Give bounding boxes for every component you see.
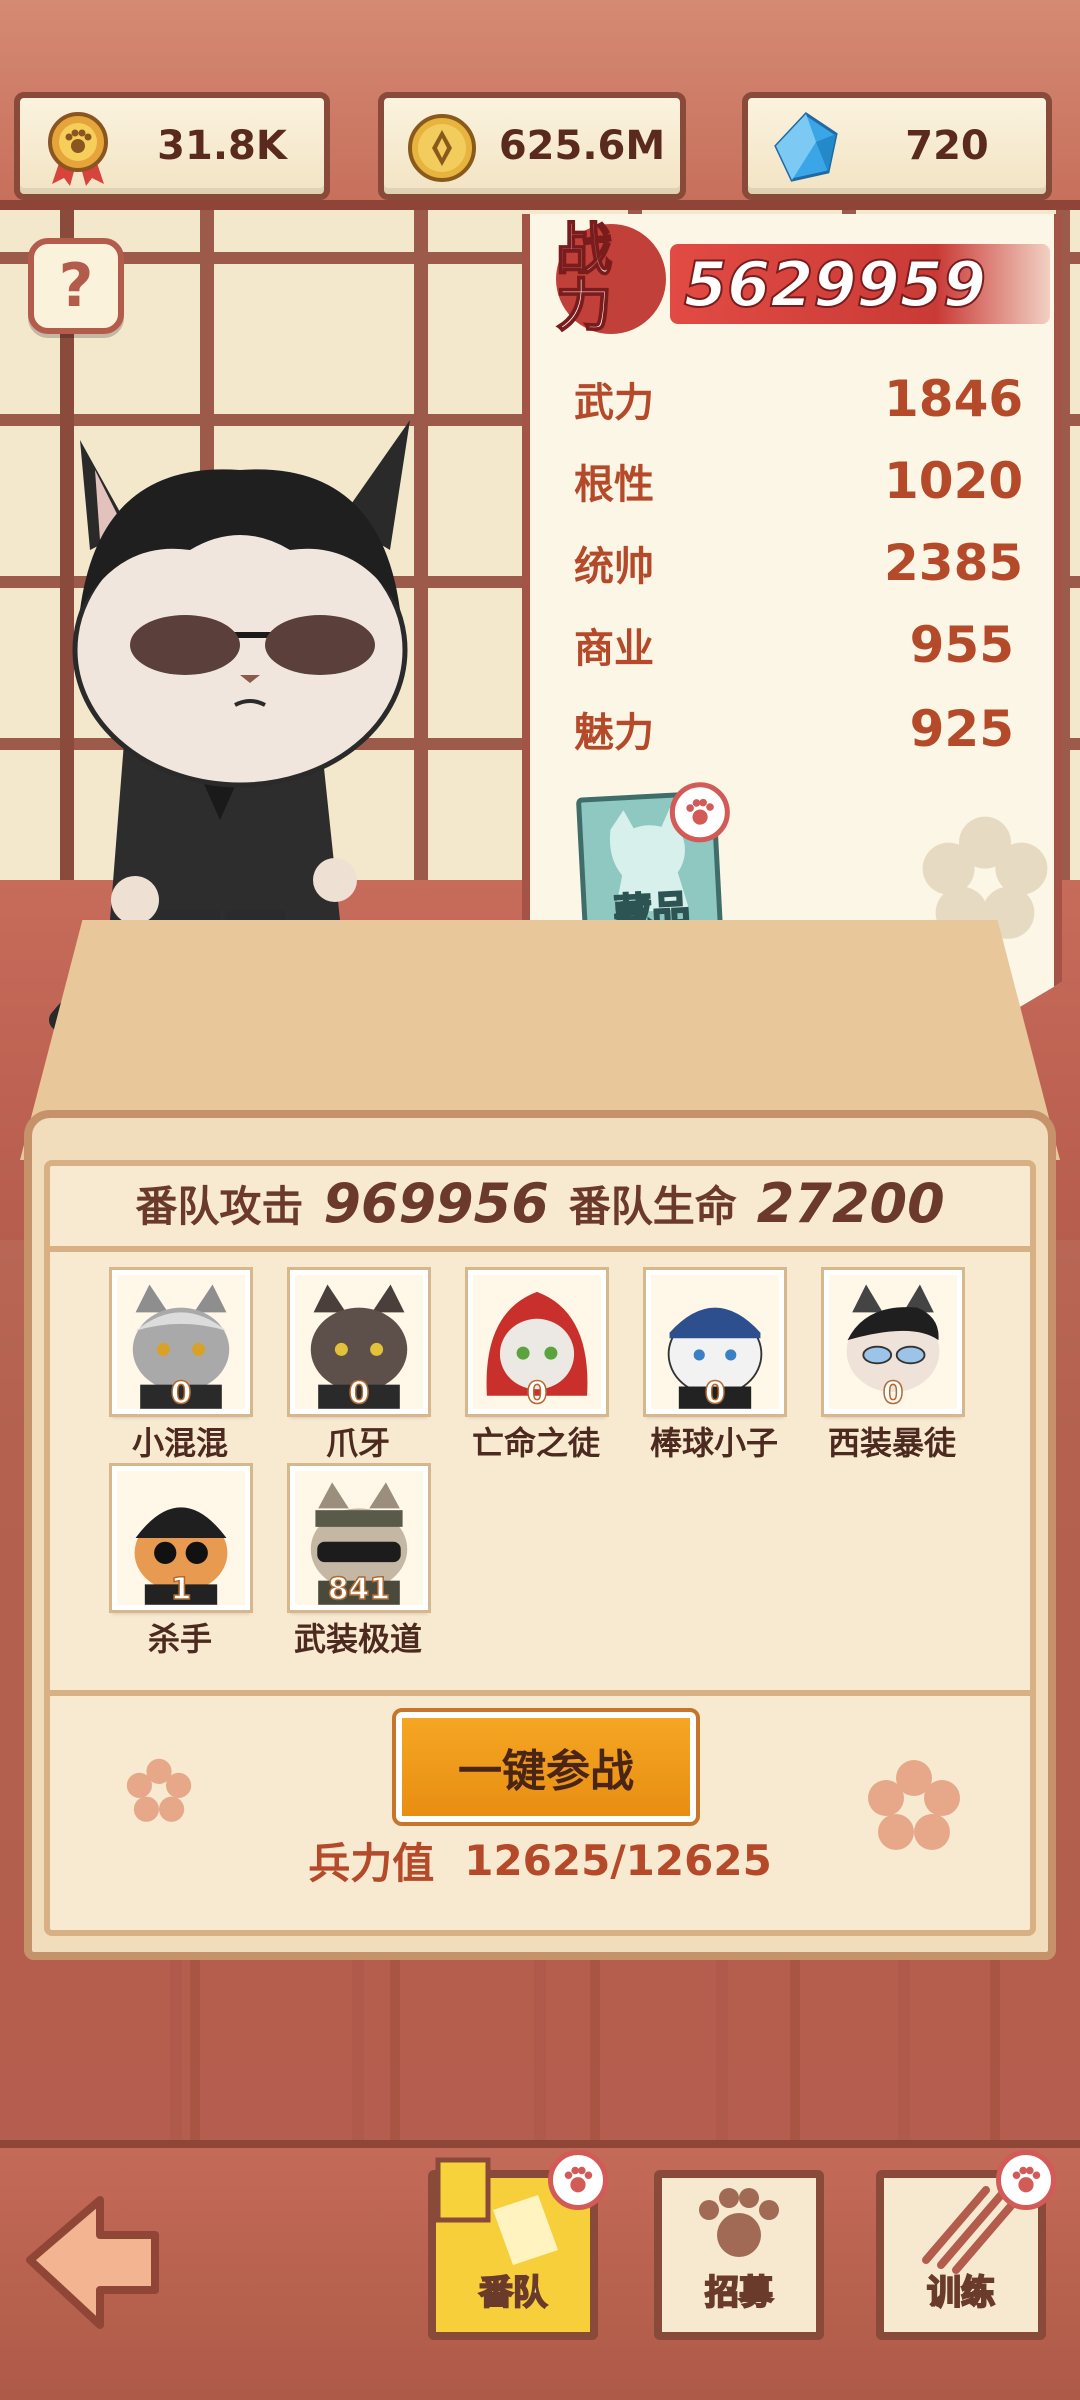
member-level: 0 [704, 1375, 726, 1412]
stat-row: 武力 1846 [574, 364, 1034, 434]
medal-value: 31.8K [157, 123, 287, 169]
stat-value: 2385 [884, 534, 1024, 592]
member-name: 小混混 [131, 1424, 228, 1462]
stat-value: 1020 [884, 452, 1024, 510]
member-card[interactable]: 841 武装极道 [268, 1463, 448, 1658]
team-attack-label: 番队攻击 [135, 1181, 304, 1231]
tab-team[interactable]: 番队 [418, 2140, 608, 2340]
member-portrait: 0 [109, 1267, 253, 1417]
member-card[interactable]: 0 小混混 [90, 1267, 270, 1462]
power-label: 战力 [555, 222, 666, 336]
stat-row: 统帅 2385 [574, 528, 1034, 598]
tab-recruit[interactable]: 招募 [644, 2140, 834, 2340]
member-card[interactable]: 0 棒球小子 [624, 1267, 804, 1462]
medal-resource[interactable]: 31.8K [14, 92, 330, 200]
member-level: 0 [348, 1375, 370, 1412]
flower-decoration-icon [126, 1758, 192, 1822]
stat-key: 统帅 [574, 544, 654, 590]
team-attack-value: 969956 [323, 1171, 549, 1235]
tab-label: 训练 [926, 2272, 996, 2314]
member-portrait: 841 [287, 1463, 431, 1613]
member-portrait: 1 [109, 1463, 253, 1613]
member-name: 棒球小子 [649, 1424, 778, 1462]
stat-key: 根性 [574, 462, 654, 508]
power-value: 5629959 [670, 244, 1050, 324]
member-name: 爪牙 [325, 1424, 390, 1462]
gem-resource[interactable]: 720 [742, 92, 1052, 200]
auto-join-button[interactable]: 一键参战 [392, 1708, 700, 1826]
member-level: 1 [170, 1571, 192, 1608]
member-card[interactable]: 0 亡命之徒 [446, 1267, 626, 1462]
stat-key: 武力 [574, 380, 654, 426]
stat-key: 商业 [574, 626, 654, 672]
troop-strength: 兵力值 12625/12625 [44, 1830, 1036, 1890]
gem-icon [774, 112, 838, 182]
member-name: 亡命之徒 [471, 1424, 600, 1462]
stat-value: 955 [909, 616, 1014, 674]
team-summary: 番队攻击 969956 番队生命 27200 [44, 1160, 1036, 1252]
stat-row: 商业 955 [574, 610, 1034, 680]
stat-value: 1846 [884, 370, 1024, 428]
team-hp-label: 番队生命 [568, 1181, 737, 1231]
tab-label: 招募 [704, 2272, 774, 2314]
member-level: 0 [526, 1375, 548, 1412]
stat-row: 根性 1020 [574, 446, 1034, 516]
gem-value: 720 [905, 123, 989, 169]
stat-value: 925 [909, 700, 1014, 758]
stat-row: 魅力 925 [574, 694, 1034, 764]
member-portrait: 0 [465, 1267, 609, 1417]
member-portrait: 0 [643, 1267, 787, 1417]
member-name: 杀手 [147, 1620, 212, 1658]
member-level: 0 [170, 1375, 192, 1412]
stats-scroll: 战力 5629959 武力 1846 根性 1020 统帅 2385 商业 95… [522, 214, 1062, 1014]
member-portrait: 0 [287, 1267, 431, 1417]
help-button[interactable]: ? [28, 238, 124, 334]
member-name: 武装极道 [293, 1620, 422, 1658]
coin-value: 625.6M [498, 123, 666, 169]
member-level: 0 [882, 1375, 904, 1412]
coin-icon [408, 114, 476, 182]
paw-badge-icon [996, 2150, 1056, 2210]
member-card[interactable]: 0 西装暴徒 [802, 1267, 982, 1462]
back-arrow-icon[interactable] [10, 2180, 170, 2340]
tab-train[interactable]: 训练 [866, 2140, 1056, 2340]
coin-resource[interactable]: 625.6M [378, 92, 686, 200]
member-card[interactable]: 0 爪牙 [268, 1267, 448, 1462]
team-hp-value: 27200 [756, 1171, 945, 1235]
member-portrait: 0 [821, 1267, 965, 1417]
stat-key: 魅力 [574, 710, 654, 756]
troop-value: 12625/12625 [464, 1835, 772, 1885]
medal-icon [48, 112, 108, 186]
member-name: 西装暴徒 [827, 1424, 956, 1462]
tab-label: 番队 [478, 2272, 548, 2314]
member-card[interactable]: 1 杀手 [90, 1463, 270, 1658]
paw-badge-icon [548, 2150, 608, 2210]
troop-label: 兵力值 [308, 1838, 435, 1888]
member-level: 841 [327, 1571, 391, 1608]
